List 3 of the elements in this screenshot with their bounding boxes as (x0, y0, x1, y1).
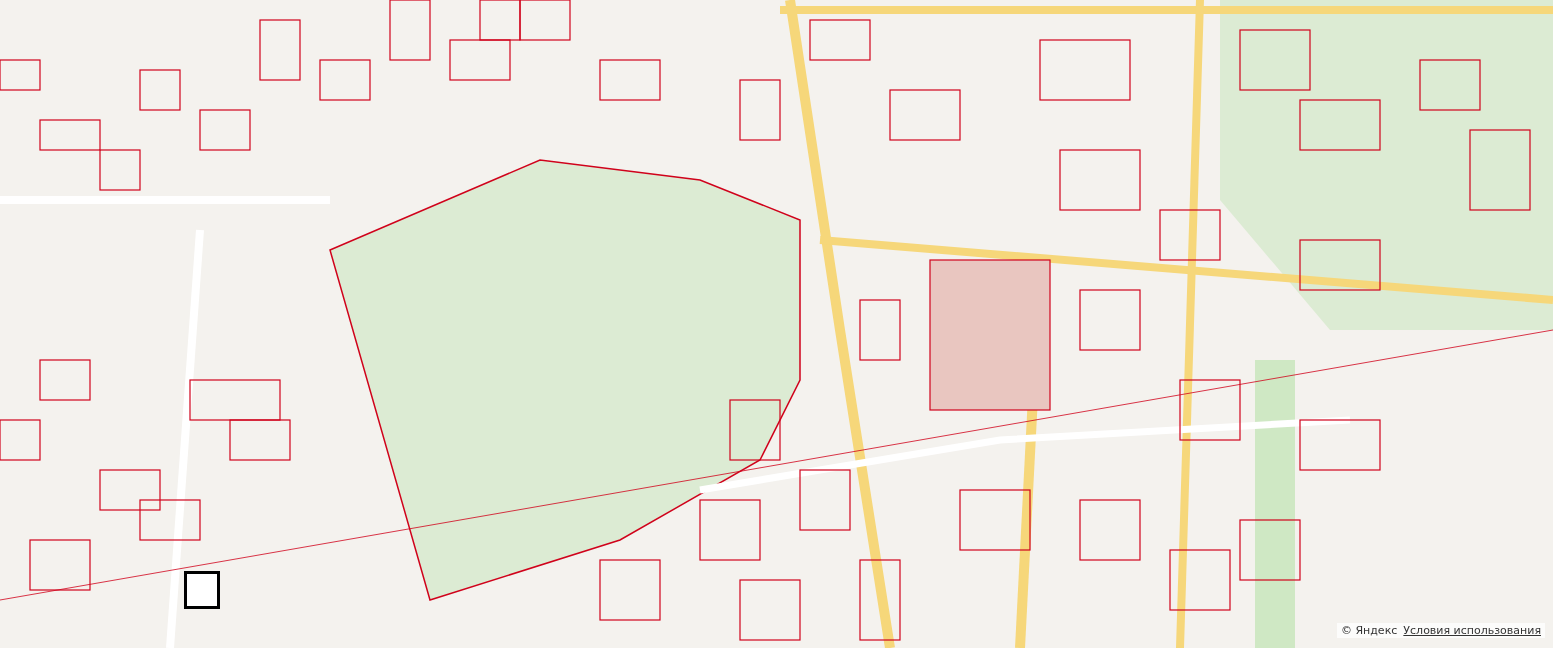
selected-parcel-outline[interactable] (184, 571, 220, 609)
terms-link[interactable]: Условия использования (1403, 624, 1541, 637)
copyright-text: © Яндекс (1340, 624, 1398, 637)
